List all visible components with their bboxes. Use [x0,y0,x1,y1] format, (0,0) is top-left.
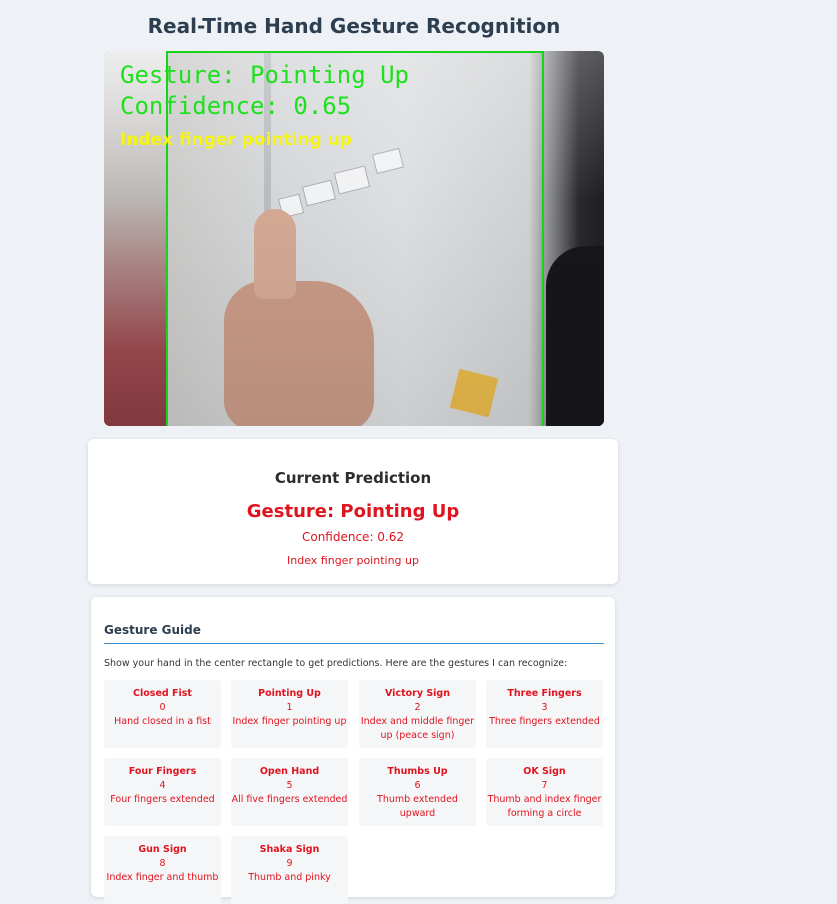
gesture-name: Three Fingers [507,688,582,699]
gesture-description: Thumb and index finger forming a circle [487,794,602,819]
gesture-guide-card: Gesture Guide Show your hand in the cent… [91,597,615,904]
gesture-tile: Shaka Sign 9 Thumb and pinky [231,836,348,904]
webcam-video-feed: Gesture: Pointing Up Confidence: 0.65 In… [104,51,604,426]
gesture-name: OK Sign [523,766,566,777]
gesture-id: 5 [286,780,293,791]
gesture-id: 9 [286,858,293,869]
gesture-description: Index finger and thumb [106,872,219,883]
gesture-id: 7 [541,780,548,791]
gesture-id: 3 [541,702,548,713]
gesture-description: Index and middle finger up (peace sign) [360,716,475,741]
gesture-description: Three fingers extended [489,716,600,727]
gesture-name: Four Fingers [128,766,197,777]
gesture-description: All five fingers extended [231,794,348,805]
gesture-name: Victory Sign [385,688,450,699]
prediction-gesture: Gesture: Pointing Up [246,501,460,522]
gesture-tile: Three Fingers 3 Three fingers extended [486,680,603,748]
page-title: Real-Time Hand Gesture Recognition [147,14,561,38]
gesture-description: Hand closed in a fist [114,716,211,727]
gesture-tile: Thumbs Up 6 Thumb extended upward [359,758,476,826]
gesture-id: 1 [286,702,293,713]
gesture-name: Closed Fist [133,688,192,699]
prediction-heading: Current Prediction [274,469,432,487]
gesture-name: Pointing Up [258,688,321,699]
prediction-description: Index finger pointing up [287,554,419,567]
prediction-card: Current Prediction Gesture: Pointing Up … [88,439,618,584]
gesture-name: Gun Sign [138,844,187,855]
gesture-tile: Four Fingers 4 Four fingers extended [104,758,221,826]
gesture-id: 6 [414,780,421,791]
overlay-confidence-text: Confidence: 0.65 [120,92,352,120]
prediction-confidence: Confidence: 0.62 [301,530,405,544]
guide-intro: Show your hand in the center rectangle t… [104,658,568,669]
gesture-id: 0 [159,702,166,713]
gesture-tile: Open Hand 5 All five fingers extended [231,758,348,826]
gesture-description: Thumb extended upward [377,794,458,819]
gesture-id: 4 [159,780,166,791]
gesture-tile: Victory Sign 2 Index and middle finger u… [359,680,476,748]
overlay-gesture-text: Gesture: Pointing Up [120,61,409,89]
gesture-description: Four fingers extended [110,794,215,805]
overlay-description-text: Index finger pointing up [120,130,352,150]
gesture-tile: OK Sign 7 Thumb and index finger forming… [486,758,603,826]
gesture-description: Index finger pointing up [232,716,347,727]
gesture-name: Shaka Sign [259,844,320,855]
gesture-id: 2 [414,702,421,713]
gesture-tile: Closed Fist 0 Hand closed in a fist [104,680,221,748]
gesture-id: 8 [159,858,166,869]
guide-title: Gesture Guide [104,623,604,644]
gesture-tile: Pointing Up 1 Index finger pointing up [231,680,348,748]
gesture-name: Open Hand [259,766,320,777]
gesture-description: Thumb and pinky [248,872,331,883]
gesture-tile: Gun Sign 8 Index finger and thumb [104,836,221,904]
gesture-name: Thumbs Up [387,766,448,777]
